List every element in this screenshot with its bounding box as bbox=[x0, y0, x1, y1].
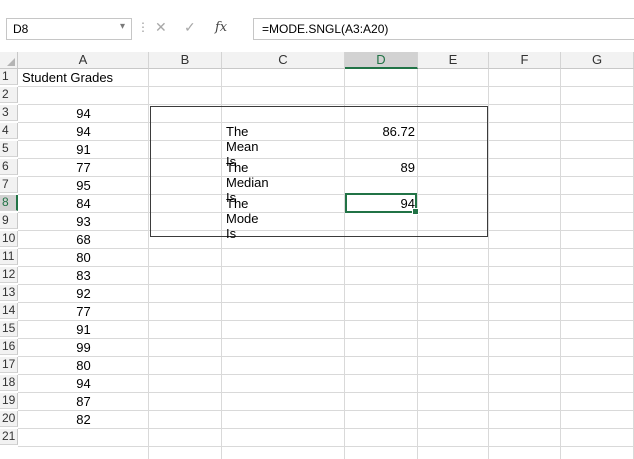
formula-input[interactable]: =MODE.SNGL(A3:A20) bbox=[253, 18, 634, 40]
cell-a16[interactable]: 99 bbox=[19, 340, 148, 355]
select-all-icon bbox=[7, 58, 15, 66]
row-header[interactable]: 18 bbox=[0, 375, 18, 391]
cell-a11[interactable]: 80 bbox=[19, 250, 148, 265]
column-header-a[interactable]: A bbox=[18, 52, 149, 69]
gridline bbox=[488, 69, 489, 459]
cell-a19[interactable]: 87 bbox=[19, 394, 148, 409]
row-header[interactable]: 10 bbox=[0, 231, 18, 247]
row-header[interactable]: 3 bbox=[0, 105, 18, 121]
column-header-d[interactable]: D bbox=[345, 52, 418, 69]
gridline bbox=[148, 69, 149, 459]
cell-a18[interactable]: 94 bbox=[19, 376, 148, 391]
gridline bbox=[18, 248, 634, 249]
row-header[interactable]: 15 bbox=[0, 321, 18, 337]
cancel-icon[interactable]: ✕ bbox=[155, 19, 167, 36]
row-header[interactable]: 13 bbox=[0, 285, 18, 301]
row-header[interactable]: 6 bbox=[0, 159, 18, 175]
row-header[interactable]: 1 bbox=[0, 69, 18, 85]
gridline bbox=[18, 320, 634, 321]
active-cell-selection[interactable] bbox=[345, 193, 419, 215]
gridline bbox=[560, 69, 561, 459]
row-header[interactable]: 16 bbox=[0, 339, 18, 355]
column-header-f[interactable]: F bbox=[489, 52, 561, 69]
gridline bbox=[18, 428, 634, 429]
row-header[interactable]: 4 bbox=[0, 123, 18, 139]
gridline bbox=[18, 266, 634, 267]
cell-a17[interactable]: 80 bbox=[19, 358, 148, 373]
formula-bar: D8 ▾ ⋮ ✕ ✓ fx =MODE.SNGL(A3:A20) bbox=[0, 0, 634, 44]
gridline bbox=[18, 374, 634, 375]
cell-a15[interactable]: 91 bbox=[19, 322, 148, 337]
column-header-e[interactable]: E bbox=[418, 52, 489, 69]
gridline bbox=[18, 302, 634, 303]
gridline bbox=[18, 392, 634, 393]
row-header-selected[interactable]: 8 bbox=[0, 195, 18, 211]
formula-buttons: ✕ ✓ fx bbox=[147, 18, 247, 40]
cell-a13[interactable]: 92 bbox=[19, 286, 148, 301]
cell-a12[interactable]: 83 bbox=[19, 268, 148, 283]
gridline bbox=[18, 410, 634, 411]
cell-a3[interactable]: 94 bbox=[19, 106, 148, 121]
insert-function-icon[interactable]: fx bbox=[215, 20, 227, 35]
select-all-button[interactable] bbox=[0, 52, 18, 69]
formula-text: =MODE.SNGL(A3:A20) bbox=[262, 22, 389, 36]
cell-a20[interactable]: 82 bbox=[19, 412, 148, 427]
gridline bbox=[18, 338, 634, 339]
gridline bbox=[18, 284, 634, 285]
row-header[interactable]: 9 bbox=[0, 213, 18, 229]
row-header[interactable]: 2 bbox=[0, 87, 18, 103]
cell-a4[interactable]: 94 bbox=[19, 124, 148, 139]
cell-a14[interactable]: 77 bbox=[19, 304, 148, 319]
gridline bbox=[18, 356, 634, 357]
gridline bbox=[18, 86, 634, 87]
row-header[interactable]: 14 bbox=[0, 303, 18, 319]
cell-a1[interactable]: Student Grades bbox=[19, 70, 151, 85]
row-header[interactable]: 19 bbox=[0, 393, 18, 409]
stats-border-box bbox=[150, 106, 488, 237]
name-box[interactable]: D8 ▾ bbox=[6, 18, 132, 40]
row-header[interactable]: 5 bbox=[0, 141, 18, 157]
cell-a6[interactable]: 77 bbox=[19, 160, 148, 175]
cell-c8-mode-label[interactable]: The Mode Is bbox=[226, 196, 259, 241]
fill-handle[interactable] bbox=[412, 208, 419, 215]
column-header-g[interactable]: G bbox=[561, 52, 634, 69]
cell-d4-mean-value[interactable]: 86.72 bbox=[345, 124, 415, 139]
row-header[interactable]: 11 bbox=[0, 249, 18, 265]
gridline bbox=[18, 446, 634, 447]
name-box-dropdown-icon[interactable]: ▾ bbox=[120, 21, 125, 32]
column-header-c[interactable]: C bbox=[222, 52, 345, 69]
row-header[interactable]: 12 bbox=[0, 267, 18, 283]
row-header[interactable]: 7 bbox=[0, 177, 18, 193]
cell-a8[interactable]: 84 bbox=[19, 196, 148, 211]
column-header-b[interactable]: B bbox=[149, 52, 222, 69]
cell-a9[interactable]: 93 bbox=[19, 214, 148, 229]
cell-d6-median-value[interactable]: 89 bbox=[345, 160, 415, 175]
name-box-value: D8 bbox=[13, 22, 29, 36]
row-header[interactable]: 21 bbox=[0, 429, 18, 445]
cell-a5[interactable]: 91 bbox=[19, 142, 148, 157]
row-header[interactable]: 17 bbox=[0, 357, 18, 373]
row-header[interactable]: 20 bbox=[0, 411, 18, 427]
cell-a10[interactable]: 68 bbox=[19, 232, 148, 247]
enter-icon[interactable]: ✓ bbox=[184, 19, 196, 36]
cell-a7[interactable]: 95 bbox=[19, 178, 148, 193]
gridline bbox=[18, 104, 634, 105]
